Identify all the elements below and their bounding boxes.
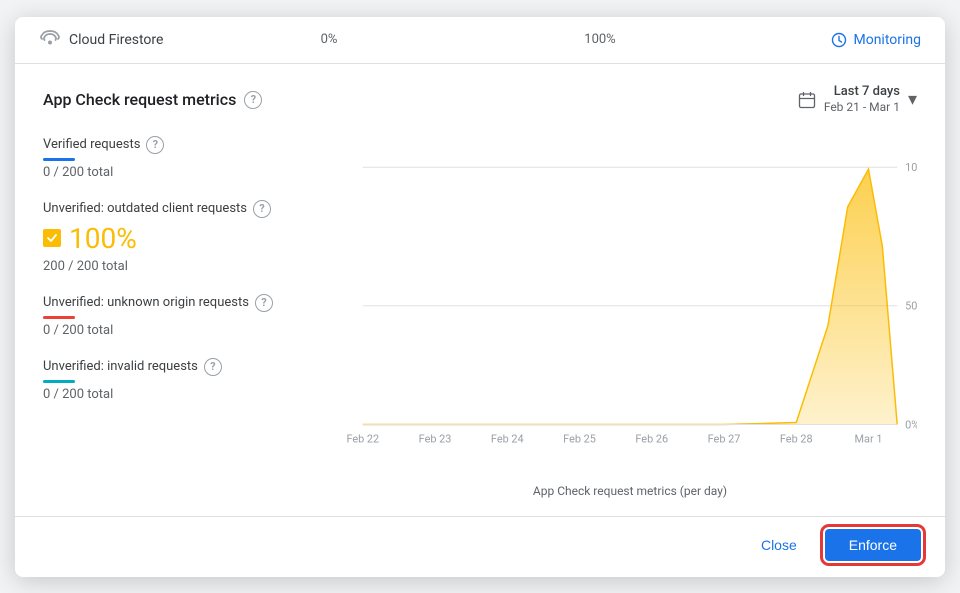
metric-invalid-line — [43, 380, 75, 383]
date-range-secondary: Feb 21 - Mar 1 — [824, 100, 900, 116]
body-row: Verified requests ? 0 / 200 total Unveri… — [43, 132, 917, 500]
footer: Close Enforce — [15, 516, 945, 577]
metric-unknown-value: 0 / 200 total — [43, 323, 327, 338]
metric-unknown-help-icon[interactable]: ? — [255, 294, 273, 312]
x-label-feb27: Feb 27 — [708, 432, 741, 445]
metric-outdated: Unverified: outdated client requests ? 1… — [43, 200, 327, 274]
metric-verified-label: Verified requests ? — [43, 136, 327, 154]
metric-unknown-label: Unverified: unknown origin requests ? — [43, 294, 327, 312]
metric-verified-line — [43, 158, 75, 161]
metric-verified-help-icon[interactable]: ? — [146, 136, 164, 154]
percent-0: 0% — [239, 32, 419, 47]
metrics-title-group: App Check request metrics ? — [43, 90, 262, 109]
date-text: Last 7 days Feb 21 - Mar 1 — [824, 84, 900, 116]
x-label-feb24: Feb 24 — [491, 432, 524, 445]
monitoring-label: Monitoring — [853, 32, 921, 48]
service-name: Cloud Firestore — [39, 29, 239, 51]
percent-100: 100% — [419, 32, 781, 47]
chart-svg-container: 100% 50% 0% — [343, 132, 917, 480]
date-range-primary: Last 7 days — [834, 84, 900, 101]
main-dialog: Cloud Firestore 0% 100% Monitoring App C… — [15, 17, 945, 577]
x-label-mar1: Mar 1 — [855, 432, 883, 445]
y-label-100: 100% — [905, 161, 917, 174]
metric-outdated-value: 200 / 200 total — [43, 259, 327, 274]
metric-invalid-label: Unverified: invalid requests ? — [43, 358, 327, 376]
metric-verified: Verified requests ? 0 / 200 total — [43, 136, 327, 180]
cloud-firestore-icon — [39, 29, 61, 51]
metric-outdated-help-icon[interactable]: ? — [253, 200, 271, 218]
calendar-icon — [798, 91, 816, 109]
service-label: Cloud Firestore — [69, 32, 163, 48]
x-label-feb23: Feb 23 — [419, 432, 452, 445]
clock-icon — [831, 32, 847, 48]
x-label-feb26: Feb 26 — [635, 432, 668, 445]
title-help-icon[interactable]: ? — [244, 91, 262, 109]
monitoring-link[interactable]: Monitoring — [781, 32, 921, 48]
close-button[interactable]: Close — [745, 529, 813, 561]
y-label-0: 0% — [905, 418, 917, 431]
x-label-feb28: Feb 28 — [780, 432, 813, 445]
chart-svg: 100% 50% 0% — [343, 132, 917, 480]
y-label-50: 50% — [905, 300, 917, 313]
chart-x-label: App Check request metrics (per day) — [343, 484, 917, 500]
metric-outdated-big: 100% — [43, 222, 327, 255]
chart-area-fill — [363, 169, 897, 424]
metric-unknown: Unverified: unknown origin requests ? 0 … — [43, 294, 327, 338]
x-label-feb22: Feb 22 — [346, 432, 379, 445]
enforce-button[interactable]: Enforce — [825, 529, 921, 561]
metric-verified-value: 0 / 200 total — [43, 165, 327, 180]
main-content: App Check request metrics ? Last 7 days … — [15, 64, 945, 516]
metric-outdated-pct: 100% — [69, 222, 137, 255]
left-metrics: Verified requests ? 0 / 200 total Unveri… — [43, 132, 343, 500]
x-label-feb25: Feb 25 — [563, 432, 596, 445]
metric-invalid-help-icon[interactable]: ? — [204, 358, 222, 376]
metric-unknown-line — [43, 316, 75, 319]
date-chevron-icon: ▾ — [908, 89, 917, 110]
metric-outdated-check — [43, 229, 61, 247]
chart-area: 100% 50% 0% — [343, 132, 917, 500]
metric-outdated-label: Unverified: outdated client requests ? — [43, 200, 327, 218]
metrics-title: App Check request metrics — [43, 90, 236, 109]
metric-invalid-value: 0 / 200 total — [43, 387, 327, 402]
top-bar: Cloud Firestore 0% 100% Monitoring — [15, 17, 945, 64]
metric-invalid: Unverified: invalid requests ? 0 / 200 t… — [43, 358, 327, 402]
date-filter[interactable]: Last 7 days Feb 21 - Mar 1 ▾ — [798, 84, 917, 116]
metrics-header: App Check request metrics ? Last 7 days … — [43, 84, 917, 116]
